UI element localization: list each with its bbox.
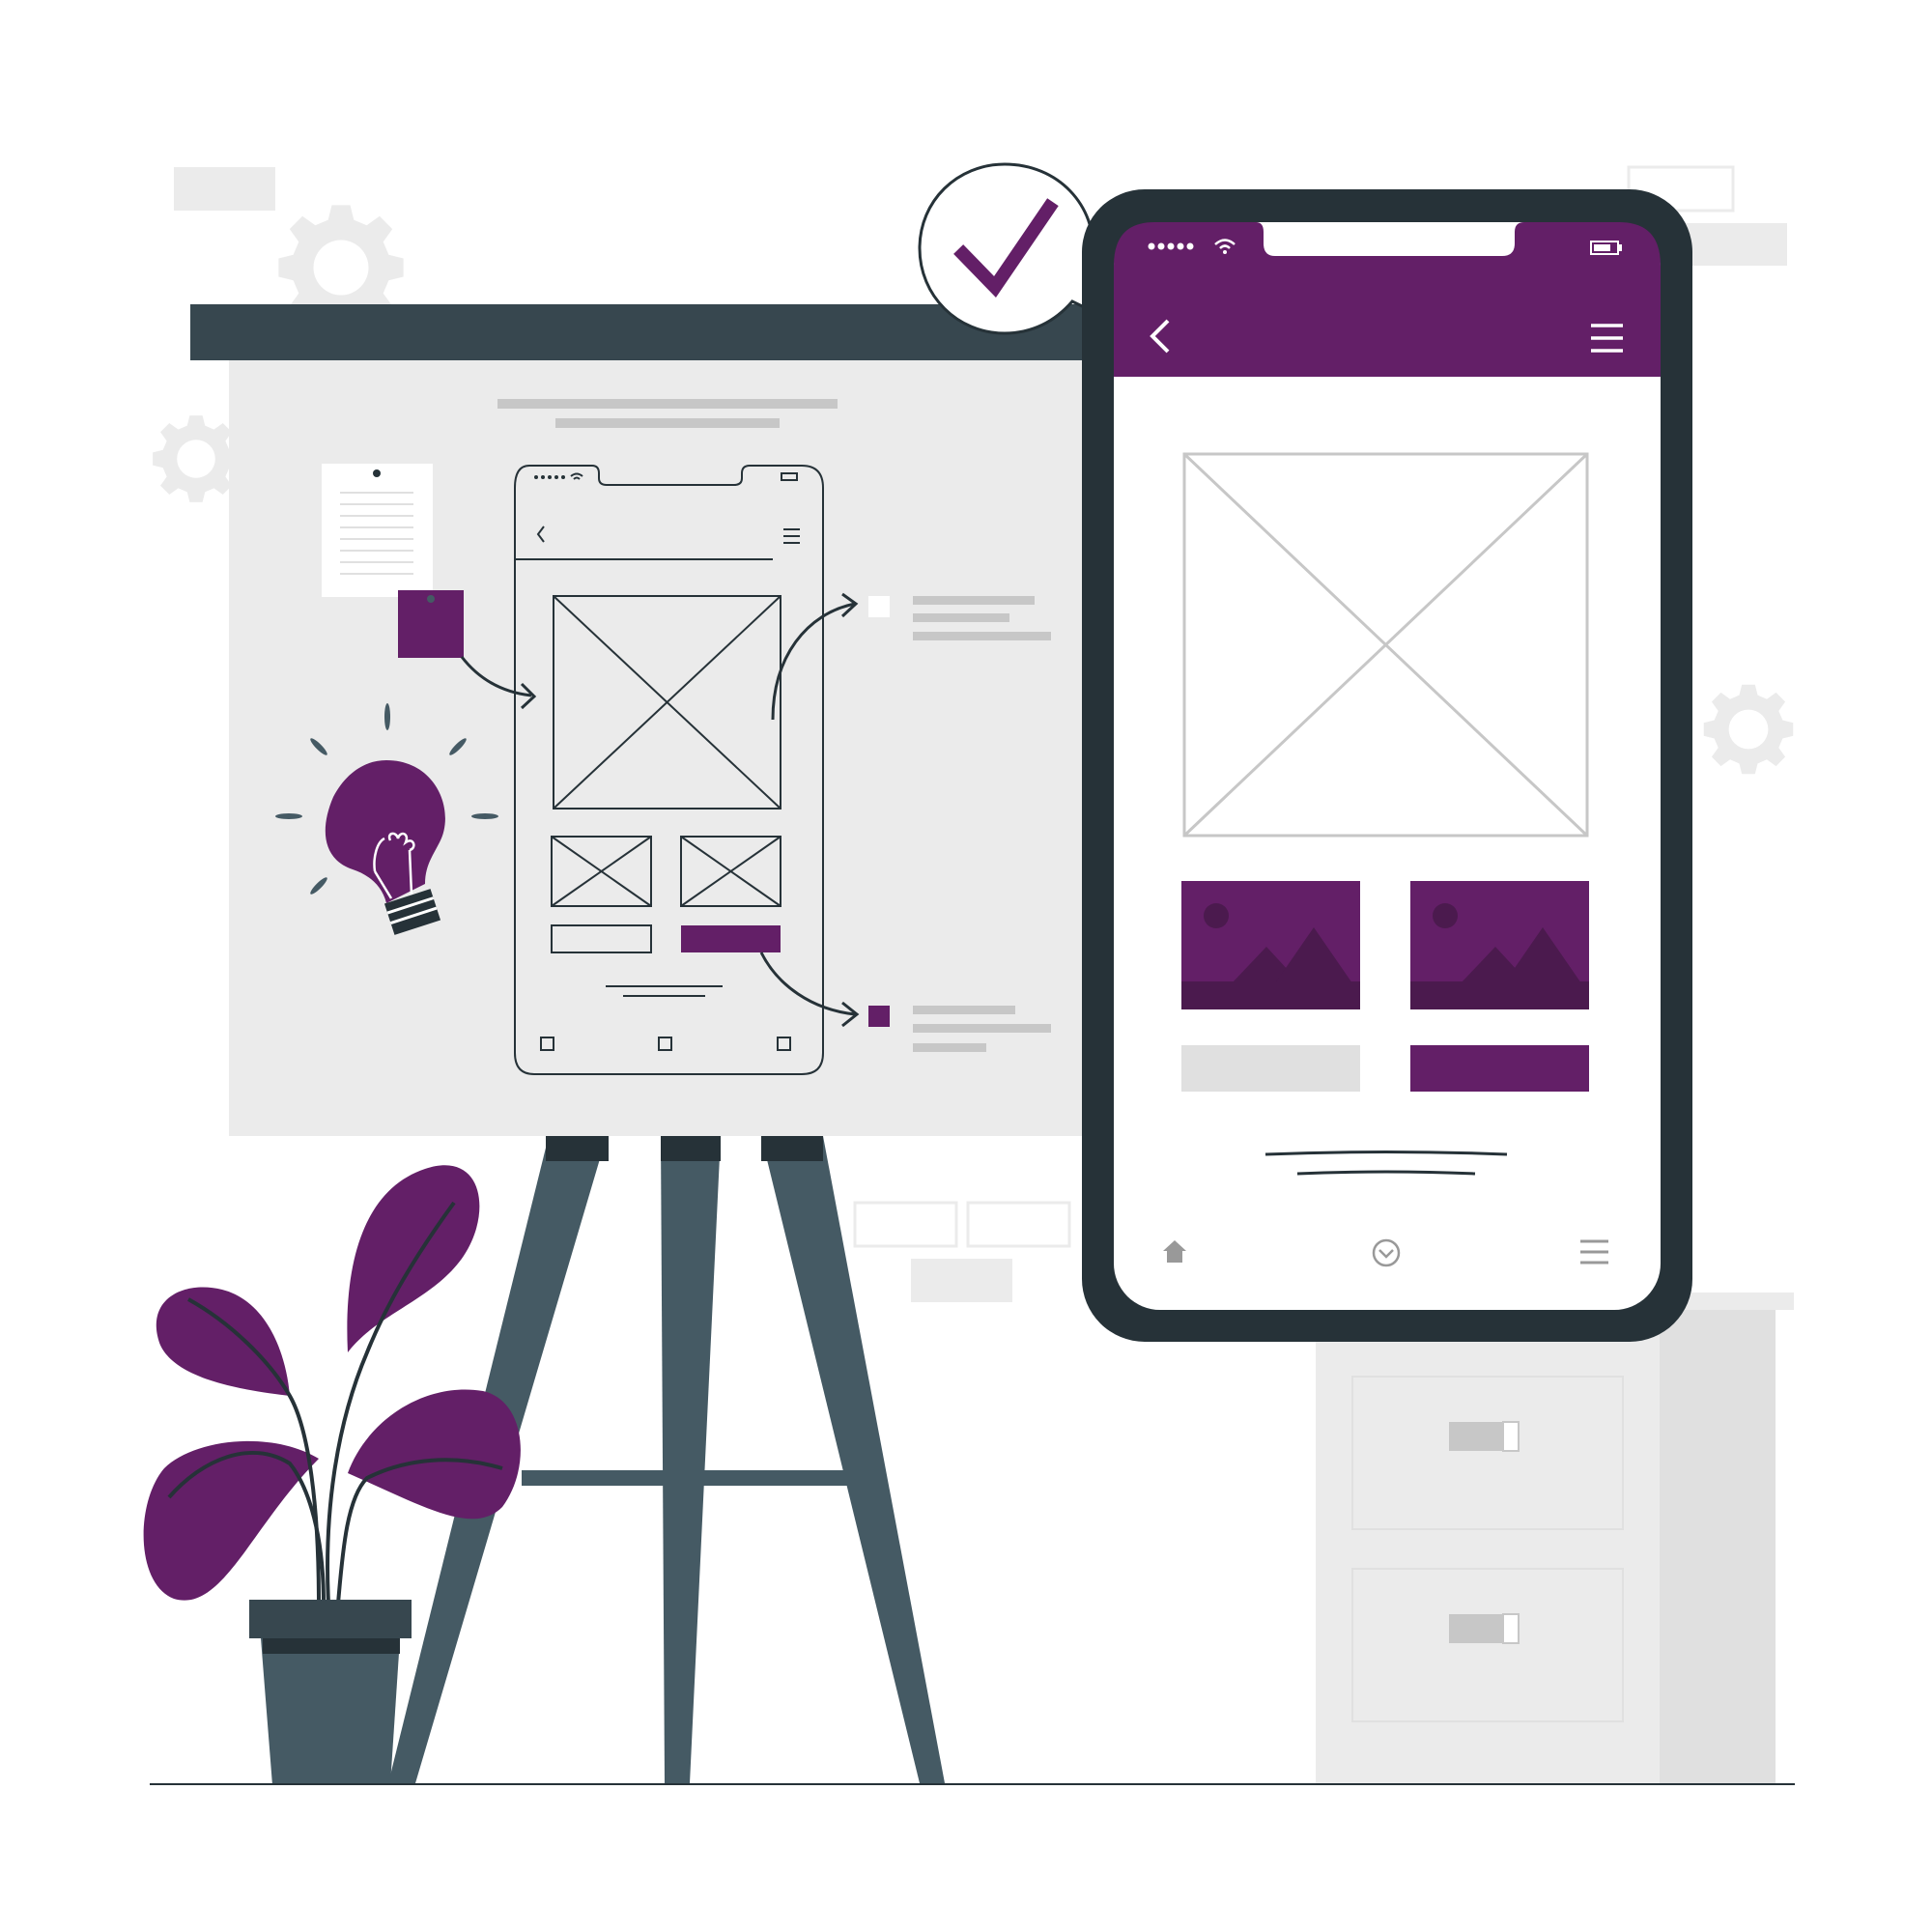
plant-leaf [347,1165,480,1352]
board-title-line [497,399,838,409]
cabinet-drawer [1351,1568,1624,1722]
pot-band [263,1638,400,1654]
easel-clamp [661,1136,721,1161]
pot-body [261,1638,400,1785]
bg-block [853,1201,958,1248]
easel-board [190,304,1118,1136]
thumbnail-image[interactable] [1410,881,1589,1009]
callout-line [913,632,1051,640]
secondary-button[interactable] [1181,1045,1360,1092]
thumbnail-image[interactable] [1181,881,1360,1009]
callout-marker [868,1006,890,1027]
gear-icon [1703,684,1794,775]
plant-leaf [348,1389,521,1520]
easel-crossbar [522,1470,850,1486]
phone-mockup [1082,189,1692,1342]
callout-line [913,1043,986,1052]
wireframe-to-app-illustration [143,162,1795,1785]
bg-block [911,1259,1012,1302]
cabinet-drawer [1351,1376,1624,1530]
phone-screen [1114,222,1661,1310]
gear-icon [153,415,240,502]
board-subtitle-line [555,418,780,428]
potted-plant [143,1165,521,1785]
easel-leg-right [761,1136,945,1783]
bg-block [1681,223,1787,266]
primary-button[interactable] [1410,1045,1589,1092]
easel-clamp [761,1136,823,1161]
sketch-primary-button [681,925,781,952]
pin-icon [373,469,381,477]
callout-line [913,1006,1015,1014]
pot-rim [249,1600,412,1638]
easel-clamp [546,1136,609,1161]
sticky-note [322,464,433,597]
cabinet-handle-tip [1502,1421,1520,1452]
callout-line [913,613,1009,622]
callout-line [913,1024,1051,1033]
cabinet-handle-tip [1502,1613,1520,1644]
callout-line [913,596,1035,605]
bg-block [966,1201,1071,1248]
cabinet-side [1660,1310,1776,1785]
plant-leaf [156,1287,290,1396]
bg-block [174,167,275,211]
easel-leg-center [661,1136,721,1783]
pin-icon [427,595,435,603]
filing-cabinet [1314,1293,1794,1785]
callout-marker [868,596,890,617]
